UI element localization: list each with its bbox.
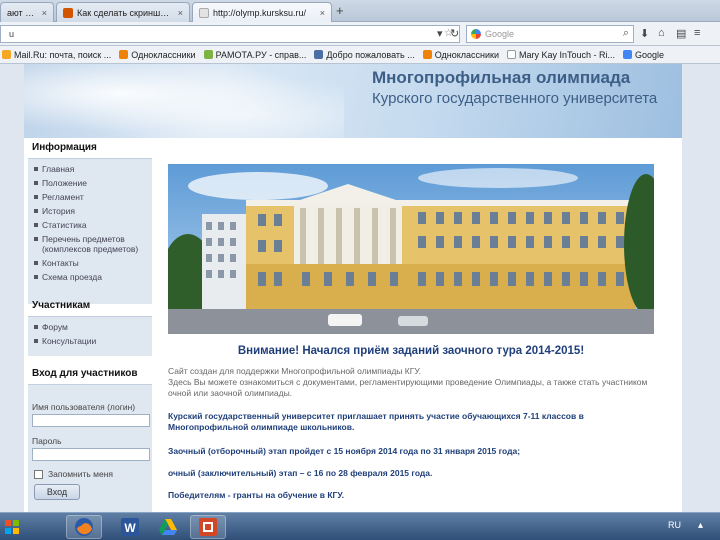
bookmark-label: Одноклассники bbox=[131, 49, 196, 60]
bookmark-label: Mary Kay InTouch - Ri... bbox=[519, 49, 616, 60]
university-building-photo bbox=[168, 164, 654, 334]
site-header: Многопрофильная олимпиада Курского госуд… bbox=[24, 64, 682, 138]
login-button[interactable]: Вход bbox=[34, 484, 80, 500]
stage-2-text: очный (заключительный) этап – с 16 по 28… bbox=[168, 468, 433, 478]
building-illustration bbox=[168, 164, 654, 334]
bookmark-item[interactable]: Google bbox=[623, 50, 664, 60]
login-section-title: Вход для участников bbox=[32, 368, 138, 379]
tab-3-active[interactable]: http://olymp.kursksu.ru/ × bbox=[192, 2, 332, 23]
menu-item-history[interactable]: История bbox=[34, 206, 75, 216]
sidebar: Информация Главная Положение Регламент И… bbox=[24, 138, 154, 512]
bookmark-item[interactable]: РАМОТА.РУ - справ... bbox=[203, 49, 307, 60]
username-field[interactable] bbox=[32, 414, 150, 427]
bookmark-item[interactable]: Добро пожаловать ... bbox=[314, 49, 415, 60]
menu-item-forum[interactable]: Форум bbox=[34, 322, 68, 332]
bookmark-item[interactable]: Одноклассники bbox=[422, 49, 499, 60]
bookmark-item[interactable]: Одноклассники bbox=[119, 49, 196, 60]
search-icon[interactable]: ⌕ bbox=[623, 27, 629, 40]
download-icon[interactable]: ⬇ bbox=[640, 27, 649, 40]
menu-icon[interactable]: ≡ bbox=[694, 27, 700, 39]
info-section-title: Информация bbox=[32, 142, 97, 153]
remember-me-label: Запомнить меня bbox=[48, 469, 114, 479]
site-subtitle: Курского государственного университета bbox=[372, 90, 658, 107]
bookmark-item[interactable]: Mail.Ru: почта, поиск ... bbox=[2, 50, 111, 60]
taskbar-google-drive[interactable] bbox=[150, 515, 186, 539]
google-icon bbox=[471, 29, 481, 39]
menu-item-contacts[interactable]: Контакты bbox=[34, 258, 79, 268]
bookmarks-menu-icon[interactable]: ▤ bbox=[676, 27, 686, 40]
tray-arrow-icon[interactable]: ▴ bbox=[698, 520, 703, 531]
word-icon: W bbox=[121, 518, 139, 536]
participants-section-title: Участникам bbox=[32, 300, 91, 311]
tab-3-title: http://olymp.kursksu.ru/ bbox=[213, 8, 307, 18]
home-icon[interactable]: ⌂ bbox=[658, 27, 665, 39]
search-placeholder: Google bbox=[485, 29, 515, 39]
tab-3-favicon-icon bbox=[199, 8, 209, 18]
bookmarks-toolbar: Mail.Ru: почта, поиск ... Одноклассники … bbox=[0, 46, 720, 64]
tab-2-favicon-icon bbox=[63, 7, 73, 18]
language-indicator[interactable]: RU bbox=[668, 520, 681, 530]
password-label: Пароль bbox=[32, 436, 62, 446]
page-content: Многопрофильная олимпиада Курского госуд… bbox=[24, 64, 682, 512]
page-viewport: Многопрофильная олимпиада Курского госуд… bbox=[0, 64, 720, 512]
attention-heading: Внимание! Начался приём заданий заочного… bbox=[237, 345, 585, 357]
tab-close-icon[interactable]: × bbox=[320, 8, 325, 18]
winners-text: Победителям - гранты на обучение в КГУ. bbox=[168, 490, 344, 500]
svg-text:W: W bbox=[124, 521, 136, 535]
search-input[interactable]: Google ⌕ bbox=[466, 25, 634, 43]
address-bar[interactable]: u ☆ bbox=[0, 25, 460, 43]
menu-item-consultations[interactable]: Консультации bbox=[34, 336, 96, 346]
menu-item-regulation[interactable]: Положение bbox=[34, 178, 87, 188]
invite-paragraph: Курский государственный университет приг… bbox=[168, 411, 584, 432]
firefox-icon bbox=[75, 518, 93, 536]
menu-item-rules[interactable]: Регламент bbox=[34, 192, 84, 202]
navigation-bar: u ☆ ▾ ↻ Google ⌕ ⬇ ⌂ ▤ ≡ bbox=[0, 22, 720, 46]
start-button[interactable] bbox=[0, 515, 30, 539]
bookmark-label: Добро пожаловать ... bbox=[326, 49, 415, 60]
page-icon bbox=[507, 50, 516, 59]
tab-close-icon[interactable]: × bbox=[42, 8, 47, 18]
odnoklassniki-icon bbox=[422, 50, 432, 59]
menu-item-home[interactable]: Главная bbox=[34, 164, 74, 174]
password-field[interactable] bbox=[32, 448, 150, 461]
intro-line-1: Сайт создан для поддержки Многопрофильно… bbox=[168, 366, 421, 376]
intro-line-2: Здесь Вы можете ознакомиться с документа… bbox=[168, 377, 648, 398]
menu-item-statistics[interactable]: Статистика bbox=[34, 220, 87, 230]
menu-item-subjects[interactable]: Перечень предметов (комплексов предметов… bbox=[34, 234, 144, 254]
google-icon bbox=[623, 50, 633, 59]
stage-1-text: Заочный (отборочный) этап пройдет с 15 н… bbox=[168, 446, 521, 456]
menu-item-directions[interactable]: Схема проезда bbox=[34, 272, 102, 282]
mailru-icon bbox=[2, 50, 11, 59]
taskbar-powerpoint[interactable] bbox=[190, 515, 226, 539]
taskbar-firefox[interactable] bbox=[66, 515, 102, 539]
bookmark-label: Mail.Ru: почта, поиск ... bbox=[14, 49, 112, 60]
tab-close-icon[interactable]: × bbox=[178, 8, 183, 18]
remember-me-checkbox[interactable] bbox=[34, 470, 43, 479]
windows-logo-icon bbox=[5, 520, 19, 534]
page-icon bbox=[314, 50, 324, 59]
odnoklassniki-icon bbox=[119, 50, 129, 59]
google-drive-icon bbox=[159, 519, 177, 535]
taskbar-word[interactable]: W bbox=[112, 515, 148, 539]
header-sky-decoration bbox=[24, 64, 344, 138]
new-tab-button[interactable]: + bbox=[336, 3, 344, 18]
bookmark-item[interactable]: Mary Kay InTouch - Ri... bbox=[507, 50, 615, 60]
taskbar: W RU ▴ bbox=[0, 512, 720, 540]
site-title: Многопрофильная олимпиада bbox=[372, 68, 631, 87]
tab-bar: ают эк... × Как сделать скриншот — ... ×… bbox=[0, 0, 720, 23]
dropdown-arrow-icon[interactable]: ▾ bbox=[437, 27, 443, 40]
address-text: u bbox=[9, 29, 15, 39]
username-label: Имя пользователя (логин) bbox=[32, 402, 136, 412]
tab-1[interactable]: ают эк... × bbox=[0, 2, 54, 22]
bookmark-label: Одноклассники bbox=[434, 49, 499, 60]
bookmark-label: РАМОТА.РУ - справ... bbox=[215, 49, 307, 60]
tab-1-title: ают эк... bbox=[7, 7, 38, 18]
tab-2[interactable]: Как сделать скриншот — ... × bbox=[56, 2, 190, 22]
reload-icon[interactable]: ↻ bbox=[450, 27, 459, 40]
powerpoint-icon bbox=[199, 518, 217, 536]
bookmark-label: Google bbox=[635, 49, 665, 60]
ramota-icon bbox=[203, 50, 213, 59]
tab-2-title: Как сделать скриншот — ... bbox=[77, 7, 174, 18]
